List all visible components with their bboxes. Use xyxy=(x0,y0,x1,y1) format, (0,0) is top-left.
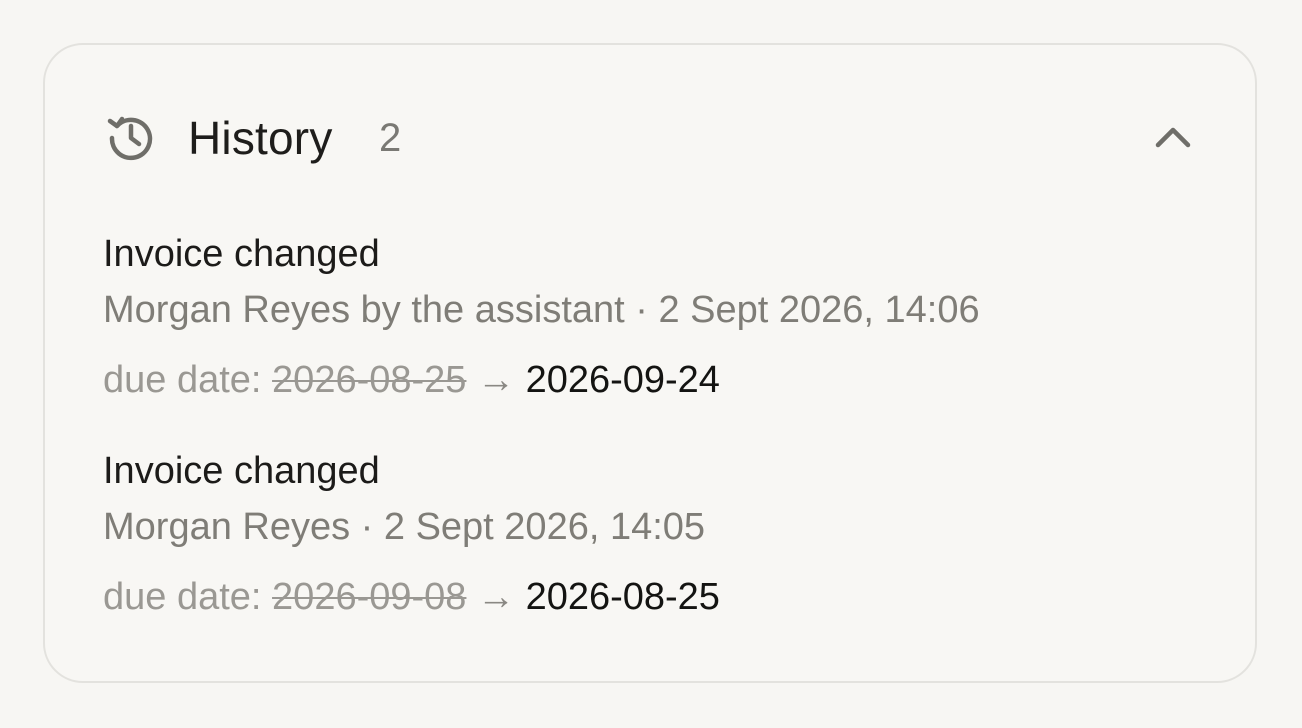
entry-title: Invoice changed xyxy=(103,450,380,492)
entry-change: due date: 2026-09-08 → 2026-08-25 xyxy=(103,573,720,621)
field-label: due date: xyxy=(103,576,262,618)
entry-meta: Morgan Reyes by the assistant · 2 Sept 2… xyxy=(103,289,980,331)
new-value: 2026-08-25 xyxy=(525,576,720,618)
history-header[interactable]: History 2 xyxy=(45,45,1255,235)
old-value: 2026-09-08 xyxy=(272,576,467,618)
entry-change: due date: 2026-08-25 → 2026-09-24 xyxy=(103,356,720,404)
history-icon xyxy=(105,111,157,163)
entry-title: Invoice changed xyxy=(103,233,380,275)
arrow-icon: → xyxy=(477,576,515,618)
history-panel: History 2 Invoice changed Morgan Reyes b… xyxy=(43,43,1257,683)
arrow-icon: → xyxy=(477,359,515,401)
chevron-up-icon xyxy=(1143,107,1203,167)
entry-meta: Morgan Reyes · 2 Sept 2026, 14:05 xyxy=(103,506,706,548)
old-value: 2026-08-25 xyxy=(272,359,467,401)
history-count-badge: 2 xyxy=(379,116,402,160)
panel-title: History xyxy=(188,112,333,164)
field-label: due date: xyxy=(103,359,262,401)
collapse-button[interactable] xyxy=(1143,107,1203,167)
new-value: 2026-09-24 xyxy=(525,359,720,401)
